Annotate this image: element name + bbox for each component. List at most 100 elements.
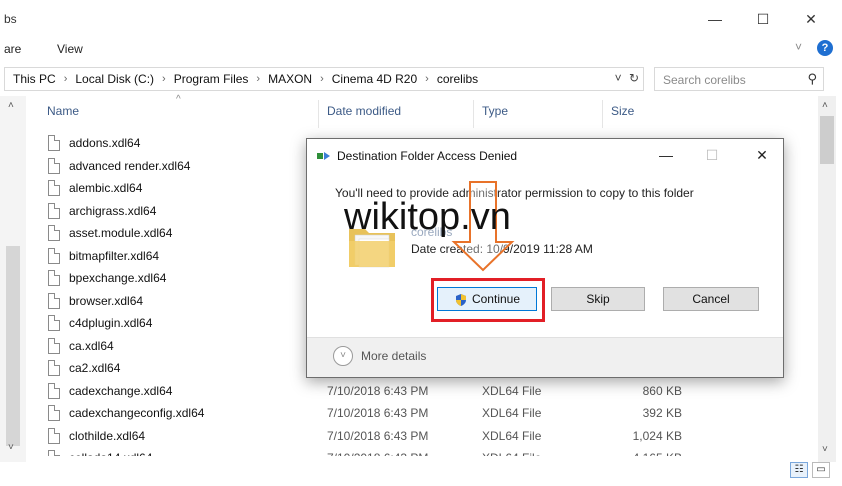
- file-icon: [48, 180, 60, 196]
- file-name: asset.module.xdl64: [69, 226, 173, 240]
- scrollbar-thumb[interactable]: [820, 116, 834, 164]
- file-row[interactable]: clothilde.xdl64 7/10/2018 6:43 PM XDL64 Fi…: [48, 426, 708, 448]
- file-icon: [48, 202, 60, 219]
- column-divider[interactable]: [318, 100, 319, 128]
- file-type: XDL64 File: [482, 451, 541, 456]
- breadcrumb: This PC › Local Disk (C:) › Program File…: [13, 72, 478, 86]
- file-size: 4,165 KB: [608, 451, 682, 456]
- file-icon: [48, 315, 60, 331]
- scroll-down-icon[interactable]: ˅: [8, 442, 14, 453]
- file-icon: [48, 405, 60, 421]
- file-row[interactable]: cadexchange.xdl64 7/10/2018 6:43 PM XDL64 …: [48, 381, 708, 403]
- column-header-type[interactable]: Type: [482, 104, 508, 124]
- minimize-button[interactable]: —: [700, 8, 730, 30]
- file-icon: [48, 427, 60, 444]
- continue-highlight-box: [431, 278, 545, 322]
- dialog-minimize-button[interactable]: —: [651, 145, 681, 165]
- file-icon: [48, 337, 60, 354]
- dialog-close-button[interactable]: ✕: [747, 145, 777, 165]
- breadcrumb-program-files[interactable]: Program Files: [174, 72, 249, 86]
- file-name: ca.xdl64: [69, 338, 114, 353]
- file-type: XDL64 File: [482, 406, 542, 420]
- navigation-pane-scrollbar[interactable]: ˄ ˅: [0, 96, 26, 462]
- file-name: bitmapfilter.xdl64: [69, 248, 160, 263]
- watermark: wikitop.vn: [344, 196, 511, 238]
- file-type: XDL64 File: [482, 428, 542, 443]
- close-button[interactable]: ✕: [796, 8, 826, 30]
- file-icon: [48, 292, 60, 309]
- cancel-button[interactable]: Cancel: [663, 287, 759, 311]
- help-icon[interactable]: ?: [817, 40, 833, 56]
- column-header-date[interactable]: Date modified: [327, 104, 401, 124]
- file-name: cadexchangeconfig.xdl64: [69, 406, 205, 420]
- file-icon: [48, 135, 60, 151]
- breadcrumb-separator-icon[interactable]: ›: [320, 73, 324, 85]
- file-name: advanced render.xdl64: [69, 158, 191, 173]
- file-size: 1,024 KB: [632, 428, 682, 443]
- file-name: browser.xdl64: [69, 293, 144, 308]
- file-name: cadexchange.xdl64: [69, 383, 173, 398]
- dialog-maximize-button: ☐: [705, 147, 719, 163]
- breadcrumb-separator-icon[interactable]: ›: [162, 73, 166, 85]
- column-header-size[interactable]: Size: [611, 104, 634, 124]
- tab-share[interactable]: are: [4, 42, 21, 56]
- scrollbar-thumb[interactable]: [6, 246, 20, 446]
- file-icon: [48, 225, 60, 241]
- breadcrumb-this-pc[interactable]: This PC: [13, 72, 56, 86]
- window-title: bs: [4, 12, 17, 26]
- file-row[interactable]: colladа14.xdl64 7/10/2018 6:43 PM XDL64 Fi…: [48, 448, 708, 456]
- address-tools: ˅ ↻: [615, 71, 639, 85]
- file-name: c4dplugin.xdl64: [69, 316, 153, 330]
- copy-transfer-icon: [317, 152, 330, 160]
- file-icon: [48, 382, 60, 399]
- file-date: 7/10/2018 6:43 PM: [327, 406, 429, 420]
- breadcrumb-separator-icon[interactable]: ›: [425, 73, 429, 85]
- window-title-bar: bs — ☐ ✕: [0, 0, 842, 36]
- scroll-down-icon[interactable]: ˅: [822, 444, 828, 455]
- large-icons-view-button[interactable]: ▭: [812, 462, 830, 478]
- expand-details-icon[interactable]: ˅: [333, 346, 353, 366]
- column-divider[interactable]: [473, 100, 474, 128]
- breadcrumb-separator-icon[interactable]: ›: [256, 73, 260, 85]
- file-list-scrollbar[interactable]: ˄ ˅: [818, 96, 836, 462]
- dialog-title: Destination Folder Access Denied: [337, 149, 518, 163]
- scroll-up-icon[interactable]: ˄: [8, 100, 14, 111]
- more-details-link[interactable]: More details: [361, 349, 426, 363]
- file-type: XDL64 File: [482, 383, 542, 398]
- address-dropdown-icon[interactable]: ˅: [615, 71, 622, 85]
- column-divider[interactable]: [602, 100, 603, 128]
- access-denied-dialog: Destination Folder Access Denied — ☐ ✕ Y…: [306, 138, 784, 378]
- search-input[interactable]: Search corelibs ⚲: [654, 67, 824, 91]
- breadcrumb-maxon[interactable]: MAXON: [268, 72, 312, 86]
- file-icon: [48, 450, 60, 456]
- file-icon: [48, 247, 60, 264]
- details-view-button[interactable]: ☷: [790, 462, 808, 478]
- search-icon[interactable]: ⚲: [807, 71, 817, 87]
- breadcrumb-separator-icon[interactable]: ›: [64, 73, 68, 85]
- file-name: colladа14.xdl64: [69, 451, 152, 456]
- file-name: clothilde.xdl64: [69, 428, 146, 443]
- file-size: 860 KB: [642, 383, 682, 398]
- file-name: addons.xdl64: [69, 136, 141, 150]
- sort-ascending-icon: ^: [176, 94, 181, 105]
- file-date: 7/10/2018 6:43 PM: [327, 451, 428, 456]
- scroll-up-icon[interactable]: ˄: [822, 100, 828, 111]
- breadcrumb-corelibs[interactable]: corelibs: [437, 72, 478, 86]
- address-bar[interactable]: This PC › Local Disk (C:) › Program File…: [4, 67, 644, 91]
- tab-view[interactable]: View: [57, 42, 83, 56]
- maximize-button[interactable]: ☐: [748, 8, 778, 30]
- file-name: alembic.xdl64: [69, 181, 143, 195]
- refresh-icon[interactable]: ↻: [629, 71, 639, 85]
- file-date: 7/10/2018 6:43 PM: [327, 428, 429, 443]
- file-row[interactable]: cadexchangeconfig.xdl64 7/10/2018 6:43 PM…: [48, 403, 708, 425]
- ribbon-expand-icon[interactable]: ˅: [795, 40, 802, 54]
- breadcrumb-cinema4d[interactable]: Cinema 4D R20: [332, 72, 417, 86]
- column-header-name[interactable]: Name: [47, 104, 79, 124]
- folder-date-created: Date created: 10/9/2019 11:28 AM: [411, 242, 593, 256]
- skip-button[interactable]: Skip: [551, 287, 645, 311]
- file-name: archigrass.xdl64: [69, 203, 157, 218]
- file-name: bpexchange.xdl64: [69, 271, 167, 285]
- breadcrumb-local-disk[interactable]: Local Disk (C:): [75, 72, 154, 86]
- dialog-footer: ˅ More details: [307, 337, 783, 377]
- file-size: 392 KB: [642, 406, 682, 420]
